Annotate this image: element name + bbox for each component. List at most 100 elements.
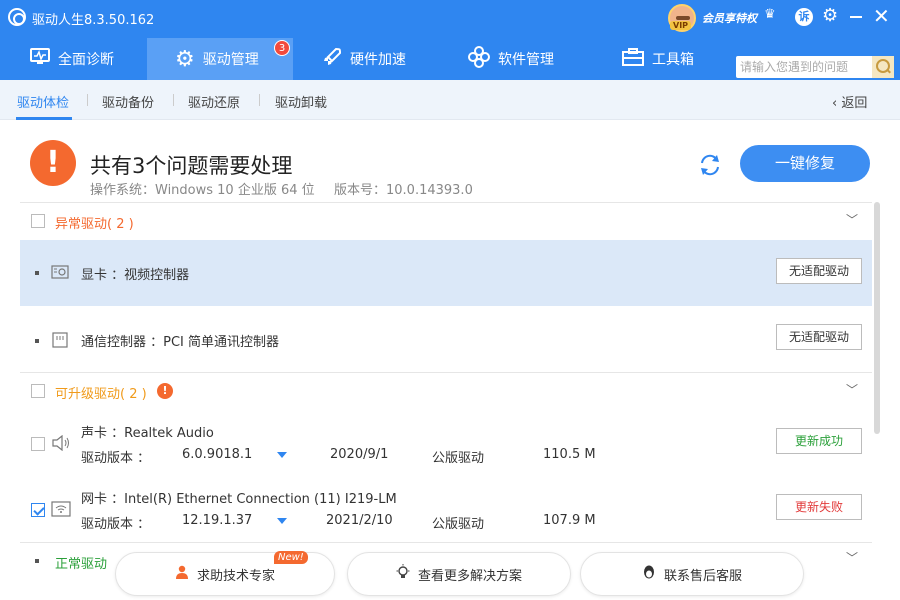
- checkbox[interactable]: [31, 503, 45, 517]
- group-header-abnormal[interactable]: 异常驱动( 2 ) ﹀: [20, 203, 872, 239]
- device-name: 显卡 ：视频控制器: [81, 268, 190, 283]
- chat-penguin-icon: [642, 564, 656, 584]
- app-logo-icon: [8, 8, 26, 26]
- scrollbar[interactable]: [874, 202, 880, 434]
- minimize-icon[interactable]: [850, 16, 862, 18]
- chevron-down-icon[interactable]: ﹀: [846, 549, 858, 566]
- list-item: 网卡 ：Intel(R) Ethernet Connection (11) I2…: [20, 476, 872, 542]
- device-name: 通信控制器 ：PCI 简单通讯控制器: [81, 335, 280, 350]
- button-label: 查看更多解决方案: [417, 568, 522, 584]
- divider: [87, 94, 88, 106]
- monitor-icon: [30, 48, 50, 70]
- speaker-icon: [51, 434, 71, 455]
- gear-icon: ⚙: [175, 46, 195, 72]
- vip-text: 会员享特权: [702, 12, 757, 25]
- tab-label: 软件管理: [498, 52, 554, 68]
- no-driver-button[interactable]: 无适配驱动: [776, 258, 862, 284]
- notification-badge: 3: [274, 40, 290, 56]
- flower-icon: [468, 46, 490, 72]
- back-button[interactable]: ‹ 返回: [832, 92, 867, 111]
- gear-icon[interactable]: ⚙: [822, 5, 838, 26]
- version-label: 驱动版本 ：: [81, 451, 151, 466]
- group-label: 可升级驱动( 2 ): [55, 387, 147, 402]
- driver-size: 110.5 M: [543, 447, 596, 462]
- crown-icon: ♛: [764, 7, 776, 22]
- toolbox-icon: [622, 48, 644, 70]
- rocket-icon: [322, 47, 342, 71]
- divider: [259, 94, 260, 106]
- driver-version: 6.0.9018.1: [182, 447, 253, 462]
- list-item: 声卡 ：Realtek Audio 驱动版本 ： 6.0.9018.1 2020…: [20, 410, 872, 476]
- button-label: 求助技术专家: [196, 568, 275, 584]
- display-card-icon: [51, 265, 69, 283]
- bullet: [35, 339, 39, 343]
- communication-controller-icon: [51, 332, 69, 352]
- list-item: 显卡 ：视频控制器 无适配驱动: [20, 240, 872, 306]
- more-solutions-button[interactable]: 查看更多解决方案: [347, 552, 571, 596]
- driver-date: 2020/9/1: [330, 447, 389, 462]
- subtab-driver-restore[interactable]: 驱动还原: [188, 92, 240, 111]
- version-dropdown-icon[interactable]: [277, 518, 287, 524]
- version-dropdown-icon[interactable]: [277, 452, 287, 458]
- subtab-driver-backup[interactable]: 驱动备份: [102, 92, 154, 111]
- tab-toolbox[interactable]: 工具箱: [622, 38, 722, 80]
- page-title: 共有3个问题需要处理: [90, 154, 293, 178]
- search-icon[interactable]: [872, 56, 894, 78]
- device-name: 网卡 ：Intel(R) Ethernet Connection (11) I2…: [81, 492, 397, 507]
- tab-diagnose[interactable]: 全面诊断: [30, 38, 146, 80]
- tab-software-manage[interactable]: 软件管理: [468, 38, 588, 80]
- tab-hardware-accel[interactable]: 硬件加速: [322, 38, 442, 80]
- driver-type: 公版驱动: [432, 451, 485, 466]
- vip-banner[interactable]: VIP 会员享特权 ♛: [668, 4, 776, 32]
- chevron-down-icon[interactable]: ﹀: [846, 211, 858, 228]
- tab-label: 驱动管理: [202, 52, 259, 68]
- os-info: 操作系统：Windows 10 企业版 64 位: [90, 183, 315, 198]
- feedback-icon[interactable]: 诉: [795, 8, 813, 26]
- warning-icon: !: [30, 140, 76, 186]
- contact-support-button[interactable]: 联系售后客服: [580, 552, 804, 596]
- driver-version: 12.19.1.37: [182, 513, 253, 528]
- new-badge: New!: [274, 551, 308, 564]
- subtab-driver-uninstall[interactable]: 驱动卸载: [275, 92, 327, 111]
- subtab-driver-check[interactable]: 驱动体检: [17, 92, 69, 111]
- checkbox[interactable]: [31, 214, 45, 228]
- search-input[interactable]: [736, 56, 872, 78]
- tab-label: 全面诊断: [58, 52, 114, 68]
- one-click-fix-button[interactable]: 一键修复: [740, 145, 870, 182]
- version-info: 版本号：10.0.14393.0: [334, 183, 473, 198]
- vip-tag: VIP: [670, 21, 692, 30]
- alert-icon[interactable]: !: [157, 383, 173, 399]
- driver-date: 2021/2/10: [326, 513, 393, 528]
- active-tab-indicator: [16, 117, 72, 120]
- group-label: 正常驱动: [55, 557, 108, 572]
- refresh-icon[interactable]: [697, 152, 723, 178]
- bullet: [35, 559, 39, 563]
- app-title: 驱动人生8.3.50.162: [32, 13, 155, 28]
- tab-label: 工具箱: [652, 52, 694, 68]
- list-item: 通信控制器 ：PCI 简单通讯控制器 无适配驱动: [20, 306, 872, 372]
- chevron-left-icon: ‹: [832, 96, 842, 111]
- device-name: 声卡 ：Realtek Audio: [81, 426, 214, 441]
- driver-size: 107.9 M: [543, 513, 596, 528]
- close-icon[interactable]: ✕: [873, 4, 890, 28]
- group-header-upgradable[interactable]: 可升级驱动( 2 ) ! ﹀: [20, 373, 872, 409]
- bullet: [35, 271, 39, 275]
- user-icon: [175, 565, 189, 583]
- sub-nav: 驱动体检 驱动备份 驱动还原 驱动卸载 ‹ 返回: [0, 80, 900, 120]
- checkbox[interactable]: [31, 384, 45, 398]
- tab-driver-manage[interactable]: ⚙ 驱动管理 3: [147, 38, 293, 80]
- update-status-button[interactable]: 更新失败: [776, 494, 862, 520]
- network-card-icon: [51, 501, 71, 521]
- no-driver-button[interactable]: 无适配驱动: [776, 324, 862, 350]
- chevron-down-icon[interactable]: ﹀: [846, 381, 858, 398]
- version-label: 驱动版本 ：: [81, 517, 151, 532]
- tab-label: 硬件加速: [350, 52, 406, 68]
- group-label: 异常驱动( 2 ): [55, 217, 134, 232]
- title-bar: 驱动人生8.3.50.162 VIP 会员享特权 ♛ 诉 ⚙ ✕: [0, 0, 900, 36]
- back-label: 返回: [841, 96, 868, 111]
- divider: [173, 94, 174, 106]
- update-status-button[interactable]: 更新成功: [776, 428, 862, 454]
- button-label: 联系售后客服: [663, 568, 742, 584]
- driver-type: 公版驱动: [432, 517, 485, 532]
- checkbox[interactable]: [31, 437, 45, 451]
